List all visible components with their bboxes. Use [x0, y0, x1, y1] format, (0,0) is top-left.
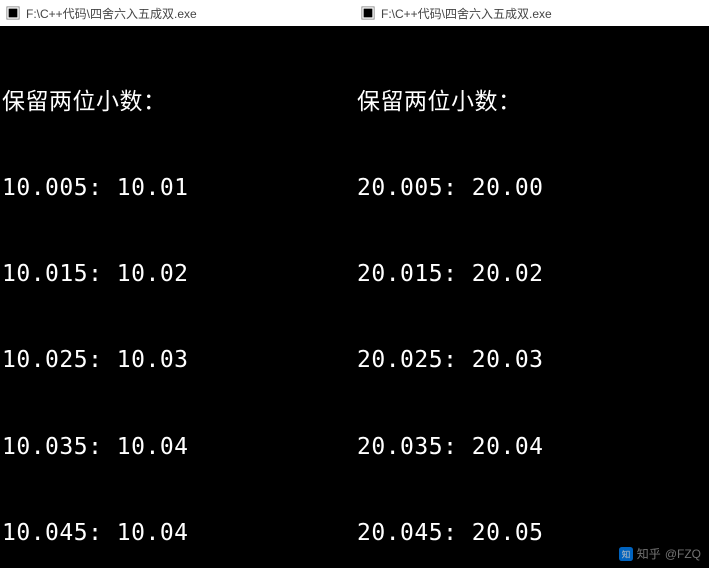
output-row: 20.025: 20.03 [357, 346, 707, 375]
output-row: 10.045: 10.04 [2, 519, 353, 548]
titlebar[interactable]: F:\C++代码\四舍六入五成双.exe [0, 0, 355, 26]
watermark-handle: @FZQ [665, 547, 701, 561]
output-row: 10.005: 10.01 [2, 174, 353, 203]
app-icon [6, 6, 20, 20]
console-window-right: F:\C++代码\四舍六入五成双.exe 保留两位小数： 20.005: 20.… [355, 0, 709, 568]
console-output[interactable]: 保留两位小数： 20.005: 20.00 20.015: 20.02 20.0… [355, 26, 709, 568]
console-output[interactable]: 保留两位小数： 10.005: 10.01 10.015: 10.02 10.0… [0, 26, 355, 568]
header-line: 保留两位小数： [357, 88, 707, 117]
output-row: 20.035: 20.04 [357, 433, 707, 462]
window-title: F:\C++代码\四舍六入五成双.exe [26, 5, 197, 22]
svg-text:知: 知 [621, 548, 630, 559]
watermark: 知 知乎 @FZQ [619, 545, 701, 562]
header-line: 保留两位小数： [2, 88, 353, 117]
titlebar[interactable]: F:\C++代码\四舍六入五成双.exe [355, 0, 709, 26]
zhihu-icon: 知 [619, 547, 633, 561]
output-row: 10.015: 10.02 [2, 260, 353, 289]
output-row: 10.035: 10.04 [2, 433, 353, 462]
output-row: 20.005: 20.00 [357, 174, 707, 203]
output-row: 20.015: 20.02 [357, 260, 707, 289]
app-icon [361, 6, 375, 20]
watermark-platform: 知乎 [637, 545, 661, 562]
output-row: 20.045: 20.05 [357, 519, 707, 548]
output-row: 10.025: 10.03 [2, 346, 353, 375]
console-window-left: F:\C++代码\四舍六入五成双.exe 保留两位小数： 10.005: 10.… [0, 0, 355, 568]
window-title: F:\C++代码\四舍六入五成双.exe [381, 5, 552, 22]
